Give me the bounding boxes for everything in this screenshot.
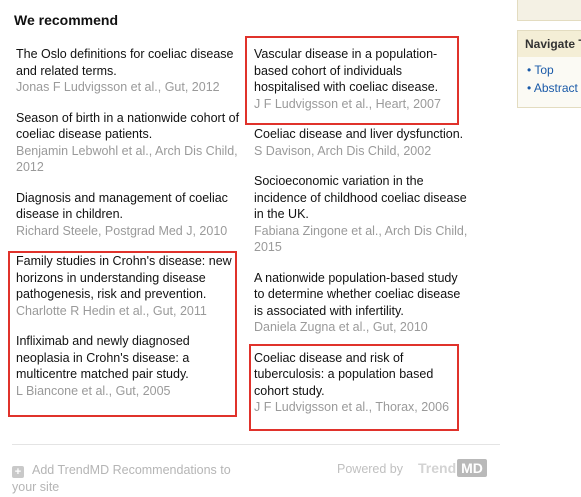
add-trendmd-label: Add TrendMD Recommendations to your site xyxy=(12,463,231,494)
recommendation-item[interactable]: Vascular disease in a population-based c… xyxy=(254,46,470,112)
recommendation-title[interactable]: Vascular disease in a population-based c… xyxy=(254,46,470,96)
recommendation-meta: S Davison, Arch Dis Child, 2002 xyxy=(254,143,432,158)
navigate-article-panel: Navigate This Article • Top • Abstract xyxy=(517,30,581,108)
recommendation-meta: L Biancone et al., Gut, 2005 xyxy=(16,383,171,398)
add-trendmd-link[interactable]: + Add TrendMD Recommendations to your sit… xyxy=(12,462,257,496)
recommendation-title[interactable]: Socioeconomic variation in the incidence… xyxy=(254,173,470,223)
recommendation-title[interactable]: Season of birth in a nationwide cohort o… xyxy=(16,110,246,143)
recommendation-title[interactable]: A nationwide population-based study to d… xyxy=(254,270,470,320)
recommendation-title[interactable]: Coeliac disease and liver dysfunction. xyxy=(254,126,470,143)
recommendation-title[interactable]: Coeliac disease and risk of tuberculosis… xyxy=(254,350,470,400)
recommendation-meta: Fabiana Zingone et al., Arch Dis Child, … xyxy=(254,223,468,255)
recommendation-meta: J F Ludvigsson et al., Thorax, 2006 xyxy=(254,400,450,414)
recommendation-title[interactable]: Diagnosis and management of coeliac dise… xyxy=(16,190,246,223)
navigate-title: Navigate This Article xyxy=(518,31,581,57)
trendmd-logo-text: Trend xyxy=(418,460,457,476)
recommendation-meta: Benjamin Lebwohl et al., Arch Dis Child,… xyxy=(16,143,238,175)
sidebar-top-panel xyxy=(517,0,581,21)
powered-by-label: Powered by xyxy=(337,462,404,476)
navigate-links: • Top • Abstract xyxy=(518,57,581,97)
recommendations-left-column: The Oslo definitions for coeliac disease… xyxy=(16,46,246,413)
nav-link-abstract[interactable]: • Abstract xyxy=(527,79,581,97)
recommendation-item[interactable]: The Oslo definitions for coeliac disease… xyxy=(16,46,246,96)
recommend-heading: We recommend xyxy=(14,12,118,28)
recommendation-title[interactable]: Family studies in Crohn's disease: new h… xyxy=(16,253,246,303)
trendmd-logo[interactable]: Trend MD xyxy=(418,459,487,477)
recommendation-item[interactable]: Season of birth in a nationwide cohort o… xyxy=(16,110,246,176)
recommendation-meta: Daniela Zugna et al., Gut, 2010 xyxy=(254,320,428,334)
recommendation-item[interactable]: Socioeconomic variation in the incidence… xyxy=(254,173,470,256)
recommendation-meta: Jonas F Ludvigsson et al., Gut, 2012 xyxy=(16,80,220,94)
recommendation-item[interactable]: Family studies in Crohn's disease: new h… xyxy=(16,253,246,319)
recommendation-item[interactable]: Coeliac disease and risk of tuberculosis… xyxy=(254,350,470,416)
recommendation-title[interactable]: Infliximab and newly diagnosed neoplasia… xyxy=(16,333,246,383)
recommendation-title[interactable]: The Oslo definitions for coeliac disease… xyxy=(16,46,246,79)
plus-icon: + xyxy=(12,466,24,478)
recommendations-right-column: Vascular disease in a population-based c… xyxy=(254,46,470,430)
recommendation-item[interactable]: Diagnosis and management of coeliac dise… xyxy=(16,190,246,240)
recommendation-item[interactable]: A nationwide population-based study to d… xyxy=(254,270,470,336)
nav-link-top[interactable]: • Top xyxy=(527,61,581,79)
recommendation-meta: J F Ludvigsson et al., Heart, 2007 xyxy=(254,96,441,111)
recommendation-item[interactable]: Coeliac disease and liver dysfunction. S… xyxy=(254,126,470,159)
recommendation-meta: Charlotte R Hedin et al., Gut, 2011 xyxy=(16,303,207,318)
recommendation-meta: Richard Steele, Postgrad Med J, 2010 xyxy=(16,223,228,238)
footer-divider xyxy=(12,444,500,445)
trendmd-logo-md: MD xyxy=(457,459,487,477)
recommendation-item[interactable]: Infliximab and newly diagnosed neoplasia… xyxy=(16,333,246,399)
